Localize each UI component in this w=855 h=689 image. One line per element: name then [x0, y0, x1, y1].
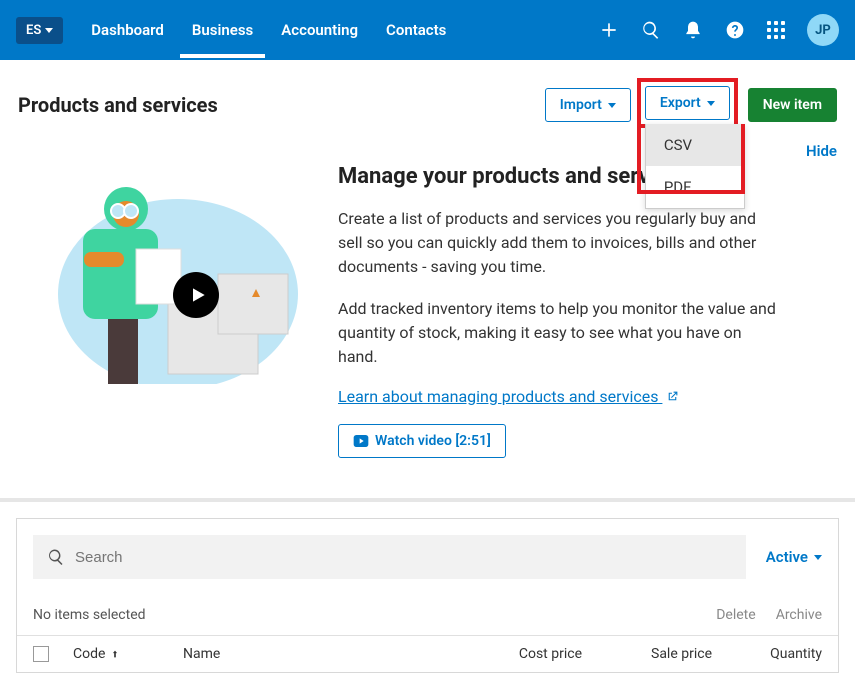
col-cost[interactable]: Cost price: [452, 646, 582, 662]
apps-icon[interactable]: [767, 21, 785, 39]
chevron-down-icon: [608, 103, 616, 108]
import-button[interactable]: Import: [545, 88, 631, 122]
search-box: [33, 535, 746, 579]
learn-link[interactable]: Learn about managing products and servic…: [338, 387, 679, 406]
col-qty[interactable]: Quantity: [712, 646, 822, 662]
export-label: Export: [660, 95, 701, 111]
nav-contacts[interactable]: Contacts: [386, 2, 446, 58]
intro-illustration: [18, 164, 308, 384]
col-sale[interactable]: Sale price: [582, 646, 712, 662]
search-icon[interactable]: [641, 20, 661, 40]
col-code[interactable]: Code: [73, 646, 183, 662]
org-code: ES: [26, 23, 41, 38]
learn-link-label: Learn about managing products and servic…: [338, 387, 658, 406]
delete-button[interactable]: Delete: [716, 607, 755, 623]
select-all-checkbox[interactable]: [33, 646, 49, 662]
bell-icon[interactable]: [683, 20, 703, 40]
export-pdf[interactable]: PDF: [646, 166, 744, 208]
new-item-button[interactable]: New item: [748, 88, 837, 122]
sort-asc-icon: [110, 647, 120, 661]
selection-status: No items selected: [33, 607, 146, 623]
intro-p1: Create a list of products and services y…: [338, 207, 777, 279]
chevron-down-icon: [814, 555, 822, 560]
page-title: Products and services: [18, 93, 218, 117]
nav-accounting[interactable]: Accounting: [281, 2, 358, 58]
archive-button[interactable]: Archive: [776, 607, 822, 623]
help-icon[interactable]: [725, 20, 745, 40]
search-icon: [47, 548, 65, 566]
nav-dashboard[interactable]: Dashboard: [91, 2, 164, 58]
table-header: Code Name Cost price Sale price Quantity: [17, 635, 838, 672]
external-link-icon: [666, 390, 679, 403]
export-menu: CSV PDF: [645, 124, 745, 209]
watch-video-button[interactable]: Watch video [2:51]: [338, 424, 506, 458]
chevron-down-icon: [707, 101, 715, 106]
hide-intro-button[interactable]: Hide: [806, 142, 837, 160]
status-filter-label: Active: [766, 548, 808, 566]
avatar[interactable]: JP: [807, 14, 839, 46]
col-code-label: Code: [73, 646, 105, 662]
play-video-button[interactable]: [173, 272, 219, 318]
play-icon: [353, 433, 369, 449]
import-label: Import: [560, 97, 602, 113]
org-switcher[interactable]: ES: [16, 17, 63, 44]
chevron-down-icon: [45, 28, 53, 33]
export-button[interactable]: Export: [645, 86, 730, 120]
col-name[interactable]: Name: [183, 646, 452, 662]
nav-business[interactable]: Business: [192, 2, 253, 58]
intro-p2: Add tracked inventory items to help you …: [338, 297, 777, 369]
export-csv[interactable]: CSV: [646, 124, 744, 166]
plus-icon[interactable]: [599, 20, 619, 40]
status-filter[interactable]: Active: [766, 548, 822, 566]
watch-video-label: Watch video [2:51]: [375, 433, 491, 449]
search-input[interactable]: [75, 549, 732, 566]
